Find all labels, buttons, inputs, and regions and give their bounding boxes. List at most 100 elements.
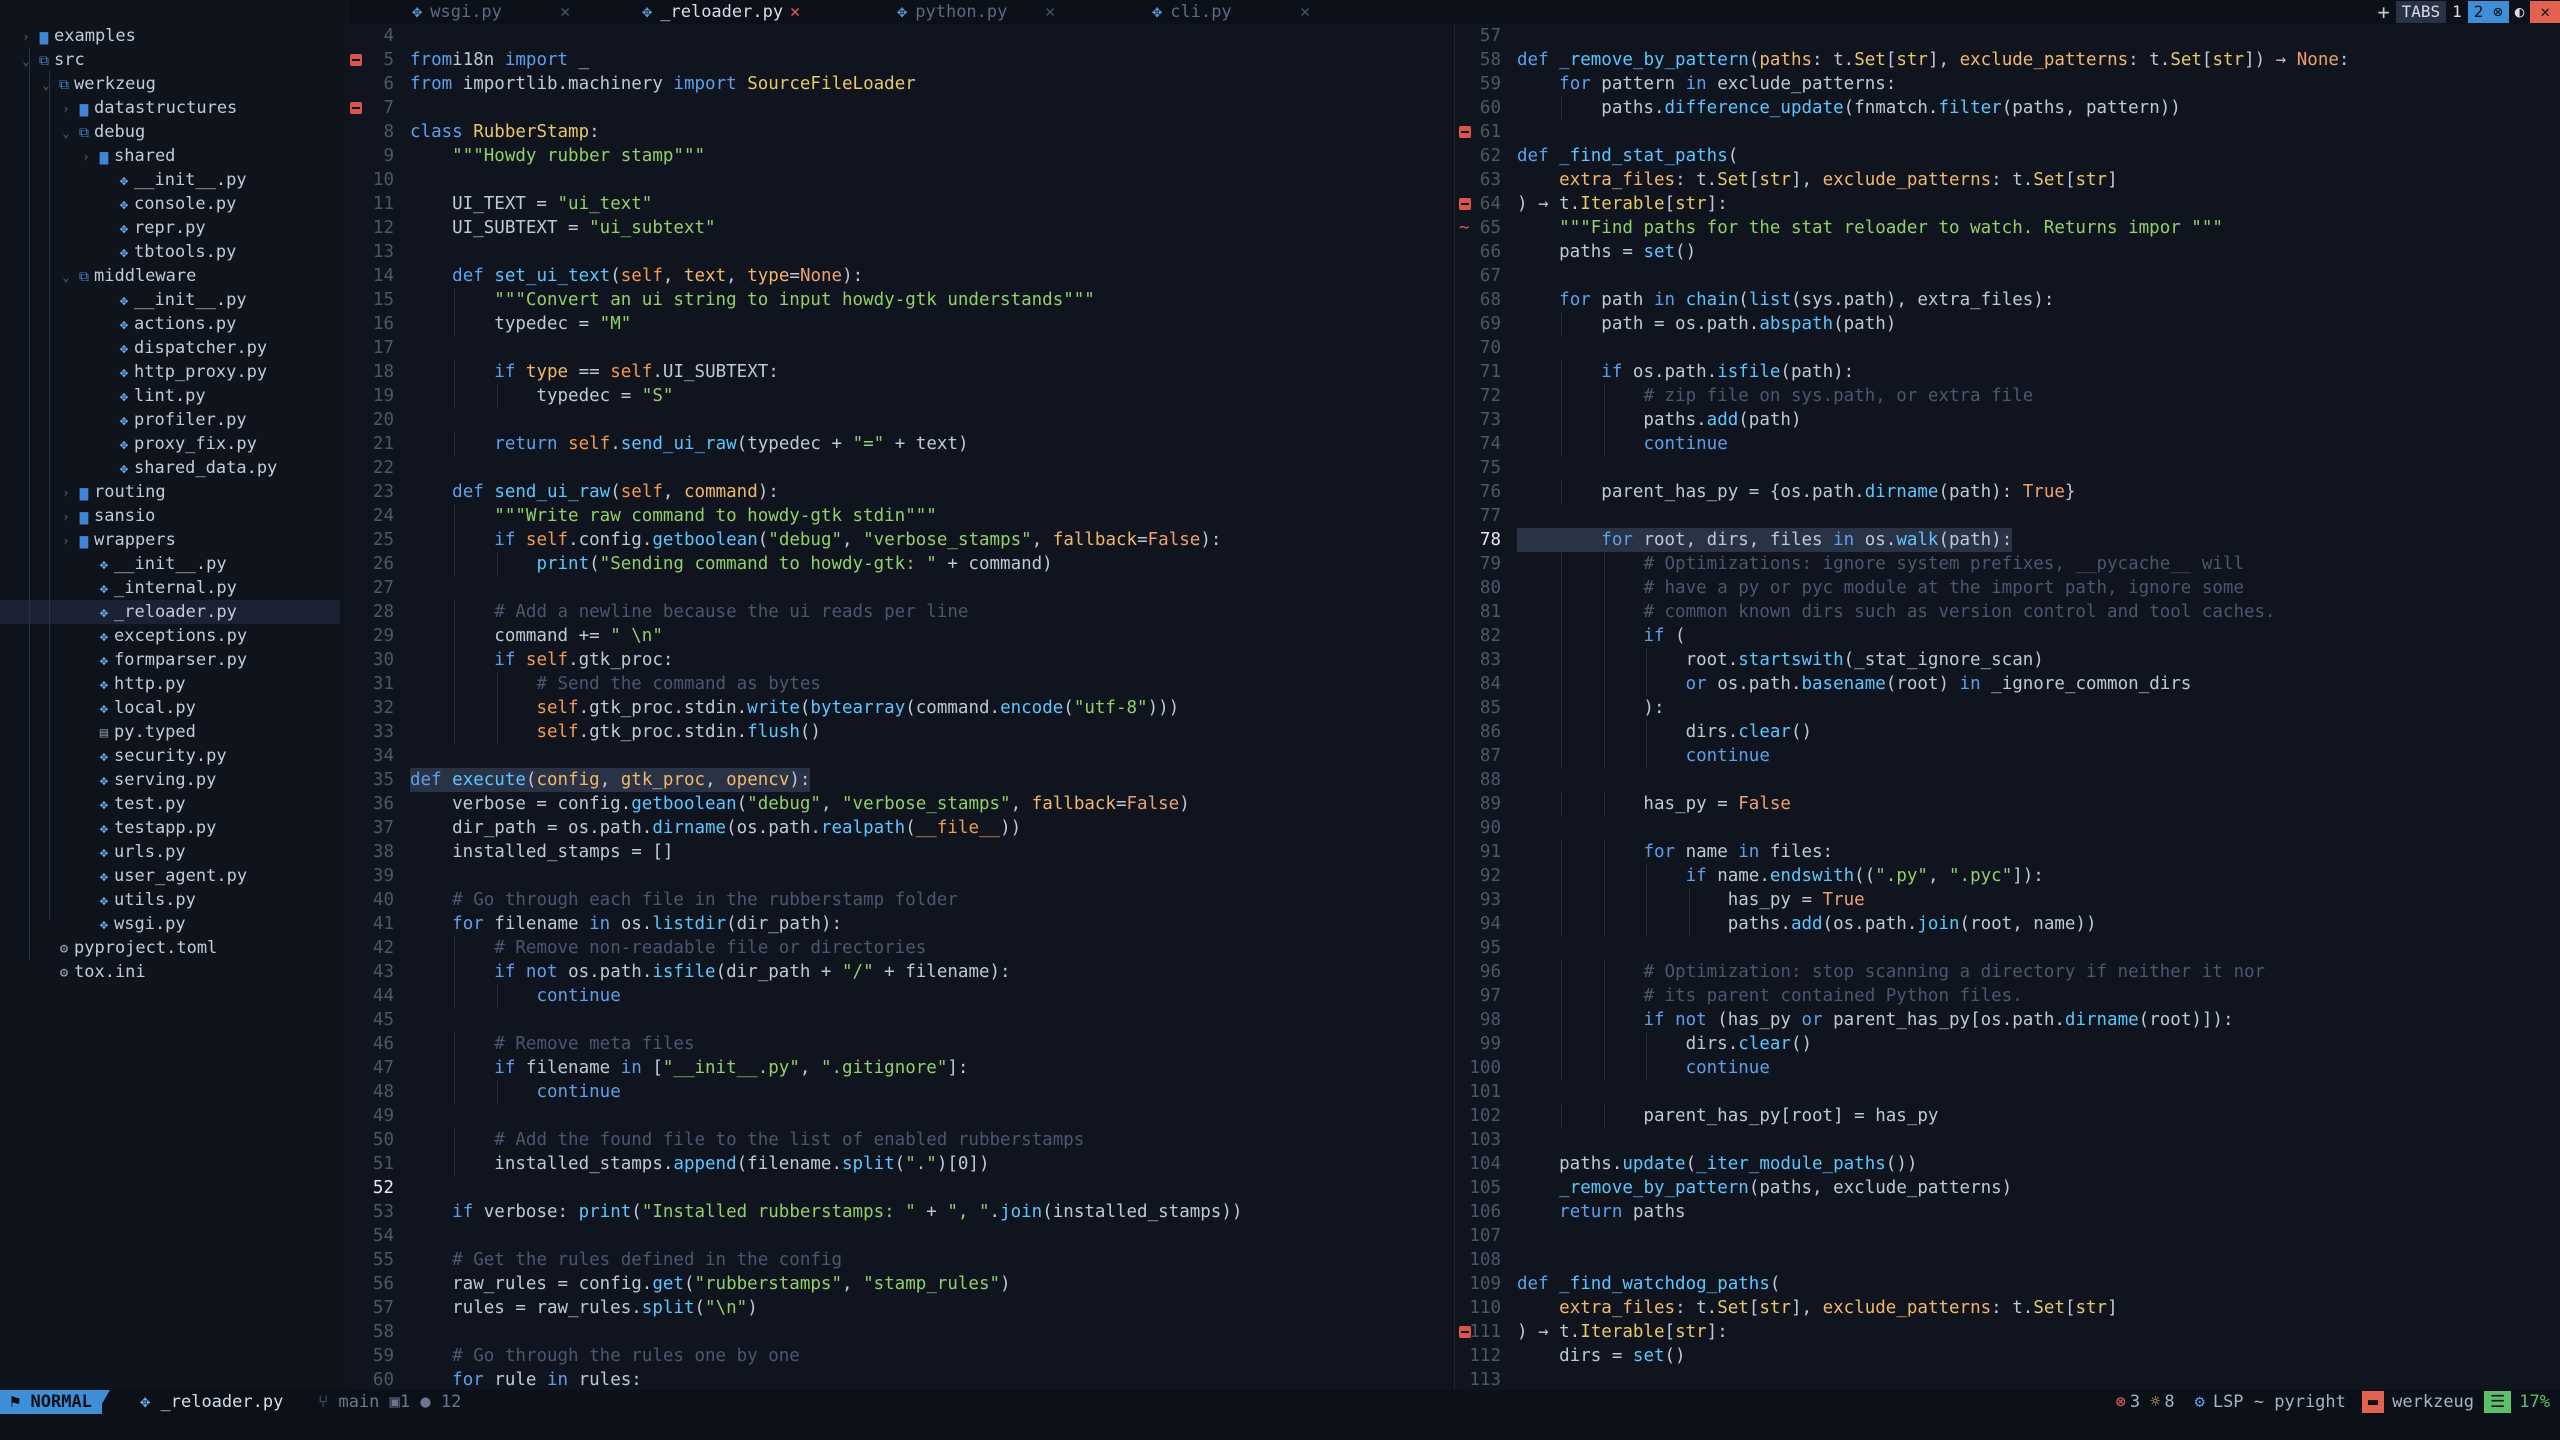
tree-item[interactable]: ✥ __init__.py <box>0 288 340 312</box>
toggle-theme-icon[interactable]: ◐ <box>2509 1 2531 23</box>
code-line[interactable]: 41 for filename in os.listdir(dir_path): <box>350 912 1454 936</box>
error-count[interactable]: 3 <box>2130 1390 2140 1414</box>
code-line[interactable]: 97 # its parent contained Python files. <box>1455 984 2560 1008</box>
code-line[interactable]: 79 # Optimizations: ignore system prefix… <box>1455 552 2560 576</box>
tree-item[interactable]: ✥ http.py <box>0 672 340 696</box>
code-line[interactable]: 91 for name in files: <box>1455 840 2560 864</box>
code-line[interactable]: 10 <box>350 168 1454 192</box>
code-line[interactable]: 26 print("Sending command to howdy-gtk: … <box>350 552 1454 576</box>
code-line[interactable]: 109 def _find_watchdog_paths( <box>1455 1272 2560 1296</box>
code-line[interactable]: 30 if self.gtk_proc: <box>350 648 1454 672</box>
code-line[interactable]: 68 for path in chain(list(sys.path), ext… <box>1455 288 2560 312</box>
tree-item[interactable]: › ▆ datastructures <box>0 96 340 120</box>
code-line[interactable]: 57 <box>1455 24 2560 48</box>
code-line[interactable]: 71 if os.path.isfile(path): <box>1455 360 2560 384</box>
code-line[interactable]: 112 dirs = set() <box>1455 1344 2560 1368</box>
code-line[interactable]: 4 <box>350 24 1454 48</box>
code-line[interactable]: 24 """Write raw command to howdy-gtk std… <box>350 504 1454 528</box>
tree-item[interactable]: ✥ shared_data.py <box>0 456 340 480</box>
code-line[interactable]: 59 for pattern in exclude_patterns: <box>1455 72 2560 96</box>
tree-item[interactable]: ⚙ tox.ini <box>0 960 340 984</box>
code-line[interactable]: 23 def send_ui_raw(self, command): <box>350 480 1454 504</box>
code-line[interactable]: 78 for root, dirs, files in os.walk(path… <box>1455 528 2560 552</box>
tree-item[interactable]: ✥ user_agent.py <box>0 864 340 888</box>
tree-item[interactable]: ✥ tbtools.py <box>0 240 340 264</box>
code-line[interactable]: 96 # Optimization: stop scanning a direc… <box>1455 960 2560 984</box>
code-line[interactable]: 57 rules = raw_rules.split("\n") <box>350 1296 1454 1320</box>
code-line[interactable]: 86 dirs.clear() <box>1455 720 2560 744</box>
code-line[interactable]: 59 # Go through the rules one by one <box>350 1344 1454 1368</box>
code-line[interactable]: 76 parent_has_py = {os.path.dirname(path… <box>1455 480 2560 504</box>
tree-item[interactable]: ✥ _internal.py <box>0 576 340 600</box>
code-line[interactable]: 73 paths.add(path) <box>1455 408 2560 432</box>
tree-item[interactable]: ⌄ ⧉ debug <box>0 120 340 144</box>
code-line[interactable]: 35 def execute(config, gtk_proc, opencv): <box>350 768 1454 792</box>
code-line[interactable]: 19 typedec = "S" <box>350 384 1454 408</box>
tree-item[interactable]: ✥ __init__.py <box>0 168 340 192</box>
code-line[interactable]: 12 UI_SUBTEXT = "ui_subtext" <box>350 216 1454 240</box>
code-line[interactable]: 110 extra_files: t.Set[str], exclude_pat… <box>1455 1296 2560 1320</box>
tree-item[interactable]: ✥ dispatcher.py <box>0 336 340 360</box>
code-line[interactable]: 22 <box>350 456 1454 480</box>
code-line[interactable]: 50 # Add the found file to the list of e… <box>350 1128 1454 1152</box>
code-line[interactable]: 38 installed_stamps = [] <box>350 840 1454 864</box>
code-line[interactable]: 20 <box>350 408 1454 432</box>
code-line[interactable]: 55 # Get the rules defined in the config <box>350 1248 1454 1272</box>
tree-item[interactable]: ✥ repr.py <box>0 216 340 240</box>
code-line[interactable]: 47 if filename in ["__init__.py", ".giti… <box>350 1056 1454 1080</box>
tree-item[interactable]: ✥ security.py <box>0 744 340 768</box>
code-line[interactable]: 64) → t.Iterable[str]: <box>1455 192 2560 216</box>
code-line[interactable]: 90 <box>1455 816 2560 840</box>
code-line[interactable]: 53 if verbose: print("Installed rubberst… <box>350 1200 1454 1224</box>
close-icon[interactable]: ✕ <box>560 0 570 24</box>
code-line[interactable]: 25 if self.config.getboolean("debug", "v… <box>350 528 1454 552</box>
code-line[interactable]: 60 for rule in rules: <box>350 1368 1454 1390</box>
close-icon[interactable]: ✕ <box>1300 0 1310 24</box>
tree-item[interactable]: ✥ exceptions.py <box>0 624 340 648</box>
tree-item[interactable]: ✥ utils.py <box>0 888 340 912</box>
code-line[interactable]: 89 has_py = False <box>1455 792 2560 816</box>
code-line[interactable]: 46 # Remove meta files <box>350 1032 1454 1056</box>
editor-left[interactable]: 4 5 fromi18n import _ 6 from importlib.machi… <box>350 24 1454 1390</box>
code-line[interactable]: 21 return self.send_ui_raw(typedec + "="… <box>350 432 1454 456</box>
code-line[interactable]: 44 continue <box>350 984 1454 1008</box>
code-line[interactable]: 32 self.gtk_proc.stdin.write(bytearray(c… <box>350 696 1454 720</box>
code-line[interactable]: 72 # zip file on sys.path, or extra file <box>1455 384 2560 408</box>
tab-python-py[interactable]: ✥ python.py ✕ <box>825 0 1075 24</box>
tree-item[interactable]: ⌄ ⧉ werkzeug <box>0 72 340 96</box>
tab-cli-py[interactable]: ✥ cli.py ✕ <box>1080 0 1330 24</box>
code-line[interactable]: 54 <box>350 1224 1454 1248</box>
code-line[interactable]: 106 return paths <box>1455 1200 2560 1224</box>
code-line[interactable]: 88 <box>1455 768 2560 792</box>
code-line[interactable]: 52 <box>350 1176 1454 1200</box>
code-line[interactable]: 83 root.startswith(_stat_ignore_scan) <box>1455 648 2560 672</box>
lsp-status[interactable]: LSP ~ pyright <box>2213 1390 2346 1414</box>
new-tab-button[interactable]: + <box>2372 1 2396 23</box>
warning-count[interactable]: 8 <box>2164 1390 2174 1414</box>
code-line[interactable]: 63 extra_files: t.Set[str], exclude_patt… <box>1455 168 2560 192</box>
tree-item[interactable]: ▤ py.typed <box>0 720 340 744</box>
code-line[interactable]: 27 <box>350 576 1454 600</box>
code-line[interactable]: 95 <box>1455 936 2560 960</box>
code-line[interactable]: 34 <box>350 744 1454 768</box>
code-line[interactable]: 7 <box>350 96 1454 120</box>
code-line[interactable]: 28 # Add a newline because the ui reads … <box>350 600 1454 624</box>
code-line[interactable]: 8 class RubberStamp: <box>350 120 1454 144</box>
code-line[interactable]: 101 <box>1455 1080 2560 1104</box>
code-line[interactable]: 40 # Go through each file in the rubbers… <box>350 888 1454 912</box>
code-line[interactable]: 85 ): <box>1455 696 2560 720</box>
tree-item[interactable]: ✥ profiler.py <box>0 408 340 432</box>
code-line[interactable]: 60 paths.difference_update(fnmatch.filte… <box>1455 96 2560 120</box>
code-line[interactable]: 61 <box>1455 120 2560 144</box>
code-line[interactable]: 39 <box>350 864 1454 888</box>
code-line[interactable]: 58 <box>350 1320 1454 1344</box>
code-line[interactable]: 13 <box>350 240 1454 264</box>
code-line[interactable]: 108 <box>1455 1248 2560 1272</box>
tree-item[interactable]: › ▆ examples <box>0 24 340 48</box>
code-line[interactable]: 58 def _remove_by_pattern(paths: t.Set[st… <box>1455 48 2560 72</box>
code-line[interactable]: 65 ~ """Find paths for the stat reloader … <box>1455 216 2560 240</box>
tree-item[interactable]: ✥ test.py <box>0 792 340 816</box>
code-line[interactable]: 69 path = os.path.abspath(path) <box>1455 312 2560 336</box>
code-line[interactable]: 62 def _find_stat_paths( <box>1455 144 2560 168</box>
code-line[interactable]: 36 verbose = config.getboolean("debug", … <box>350 792 1454 816</box>
